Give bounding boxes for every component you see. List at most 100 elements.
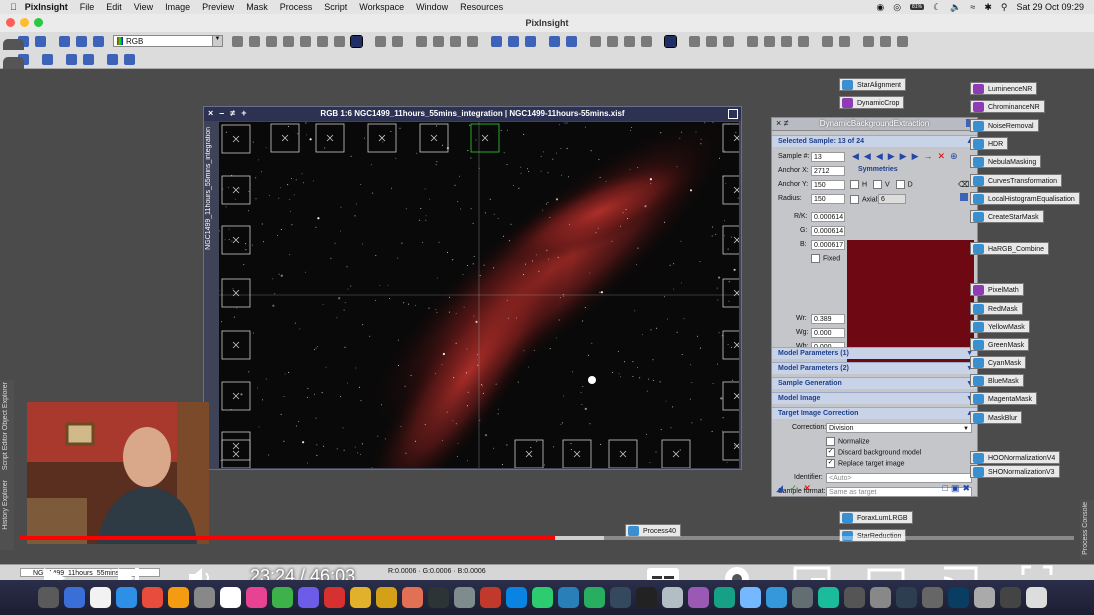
dock-app-icon[interactable] xyxy=(402,587,423,608)
dock-app-icon[interactable] xyxy=(610,587,631,608)
replace-target-checkbox[interactable]: ✓ xyxy=(826,459,835,468)
wifi-icon[interactable]: ≈ xyxy=(970,2,975,12)
anchor-y-field[interactable]: 150 xyxy=(811,180,845,190)
edit-icon[interactable] xyxy=(960,193,968,201)
process-icon-noiseremoval[interactable]: NoiseRemoval xyxy=(970,119,1039,132)
dock-app-icon[interactable] xyxy=(454,587,475,608)
sample-number-field[interactable]: 13 xyxy=(811,152,845,162)
axial-checkbox[interactable] xyxy=(850,195,859,204)
dock-app-icon[interactable] xyxy=(844,587,865,608)
redo-icon[interactable] xyxy=(35,35,46,47)
normalize-checkbox[interactable] xyxy=(826,437,835,446)
process-icon-foraxlumlrgb[interactable]: ForaxLumLRGB xyxy=(839,511,913,524)
menu-app-name[interactable]: PixInsight xyxy=(25,2,68,12)
process-icon-magentamask[interactable]: MagentaMask xyxy=(970,392,1037,405)
identifier-field[interactable]: <Auto> xyxy=(826,473,972,483)
center-icon[interactable] xyxy=(300,35,311,47)
correction-select[interactable]: Division ▼ xyxy=(826,423,972,433)
circle-icon[interactable]: ◎ xyxy=(893,2,901,13)
anchor-x-field[interactable]: 2712 xyxy=(811,166,845,176)
image-canvas[interactable] xyxy=(219,122,739,468)
maximize-icon[interactable] xyxy=(728,109,738,119)
panel3-icon[interactable] xyxy=(863,35,874,47)
zoom-3-icon[interactable] xyxy=(467,35,478,47)
rename-icon[interactable] xyxy=(124,53,135,65)
dock-app-icon[interactable] xyxy=(740,587,761,608)
menu-file[interactable]: File xyxy=(80,2,95,12)
process-icon-hdr[interactable]: HDR xyxy=(970,137,1009,150)
stf-toggle-icon[interactable] xyxy=(664,34,677,48)
stf-auto-icon[interactable] xyxy=(641,35,652,47)
process-icon-bluemask[interactable]: BlueMask xyxy=(970,374,1024,387)
sym-d-checkbox[interactable] xyxy=(895,180,905,189)
b-field[interactable]: 0.000617 xyxy=(811,240,845,250)
dock-app-icon[interactable] xyxy=(324,587,345,608)
stf-icon[interactable] xyxy=(590,35,601,47)
reset-icon[interactable]: ⌫ xyxy=(958,180,969,189)
record-icon[interactable]: ◉ xyxy=(876,2,884,13)
dynamic-icon[interactable] xyxy=(350,34,363,48)
volume-icon[interactable]: 🔈 xyxy=(950,2,961,13)
process-icon-pixelmath[interactable]: PixelMath xyxy=(970,283,1024,296)
dock-app-icon[interactable] xyxy=(870,587,891,608)
process-icon-hargb_combine[interactable]: HaRGB_Combine xyxy=(970,242,1050,255)
wr-field[interactable]: 0.389 xyxy=(811,314,845,324)
dock-app-icon[interactable] xyxy=(974,587,995,608)
menu-mask[interactable]: Mask xyxy=(246,2,268,12)
dock-app-icon[interactable] xyxy=(220,587,241,608)
dock-app-icon[interactable] xyxy=(766,587,787,608)
browse-icon[interactable]: ▣ xyxy=(951,483,963,493)
sample-nav-icons[interactable]: ◀◀◀▶▶▶→✕⊕ xyxy=(852,151,963,162)
dock-app-icon[interactable] xyxy=(194,587,215,608)
dock-app-icon[interactable] xyxy=(792,587,813,608)
dock-app-icon[interactable] xyxy=(922,587,943,608)
dock-app-icon[interactable] xyxy=(688,587,709,608)
process-icon-hoonormalizationv4[interactable]: HOONormalizationV4 xyxy=(970,451,1061,464)
menu-preview[interactable]: Preview xyxy=(202,2,234,12)
battery-indicator[interactable]: 81% xyxy=(910,4,925,10)
channel-c-icon[interactable] xyxy=(781,35,792,47)
apply-icon[interactable]: ✓ xyxy=(789,483,797,493)
image-window[interactable]: ×–≠+ RGB 1:6 NGC1499_11hours_55mins_inte… xyxy=(203,106,742,470)
channel-a-icon[interactable] xyxy=(764,35,775,47)
readout-icon[interactable] xyxy=(334,35,345,47)
menu-view[interactable]: View xyxy=(134,2,153,12)
dock-app-icon[interactable] xyxy=(558,587,579,608)
mask-show-icon[interactable] xyxy=(566,35,577,47)
zoom-2-icon[interactable] xyxy=(450,35,461,47)
dock-app-icon[interactable] xyxy=(116,587,137,608)
model-params-2-section[interactable]: Model Parameters (2)▼ xyxy=(772,362,977,374)
paste-icon[interactable] xyxy=(93,35,104,47)
datetime[interactable]: Sat 29 Oct 09:29 xyxy=(1016,2,1084,12)
close-view-icon[interactable] xyxy=(83,53,94,65)
dock-app-icon[interactable] xyxy=(948,587,969,608)
dock-app-icon[interactable] xyxy=(376,587,397,608)
process-icon-nebulamasking[interactable]: NebulaMasking xyxy=(970,155,1042,168)
menu-script[interactable]: Script xyxy=(324,2,347,12)
process-icon-curvestransformation[interactable]: CurvesTransformation xyxy=(970,174,1062,187)
g-field[interactable]: 0.000614 xyxy=(811,226,845,236)
sample-generation-section[interactable]: Sample Generation▼ xyxy=(772,377,977,389)
model-params-1-section[interactable]: Model Parameters (1) ▼ xyxy=(772,347,977,359)
panel-icon[interactable] xyxy=(822,35,833,47)
dbe-panel[interactable]: × ≠ DynamicBackgroundExtraction Selected… xyxy=(771,117,978,497)
fit-icon[interactable] xyxy=(249,35,260,47)
reset-all-icon[interactable]: ✖ xyxy=(962,483,973,493)
tab-script-editor[interactable]: Script Editor xyxy=(2,432,9,470)
zoom-fit-icon[interactable] xyxy=(416,35,427,47)
cancel-icon[interactable]: ✕ xyxy=(804,483,812,493)
selected-samples-section[interactable]: Selected Sample: 13 of 24 ▲ xyxy=(772,135,977,147)
menu-image[interactable]: Image xyxy=(165,2,190,12)
dock-app-icon[interactable] xyxy=(714,587,735,608)
dock-app-icon[interactable] xyxy=(636,587,657,608)
window-icon[interactable] xyxy=(42,53,53,65)
target-correction-section[interactable]: Target Image Correction▲ xyxy=(772,407,977,419)
dock-app-icon[interactable] xyxy=(64,587,85,608)
preview-new-icon[interactable] xyxy=(491,35,502,47)
menu-resources[interactable]: Resources xyxy=(460,2,503,12)
search-icon[interactable]: ⚲ xyxy=(1001,2,1008,13)
process-icon-chrominancenr[interactable]: ChrominanceNR xyxy=(970,100,1045,113)
dock-app-icon[interactable] xyxy=(428,587,449,608)
new-window-icon[interactable] xyxy=(66,53,77,65)
sym-v-checkbox[interactable] xyxy=(873,180,883,189)
